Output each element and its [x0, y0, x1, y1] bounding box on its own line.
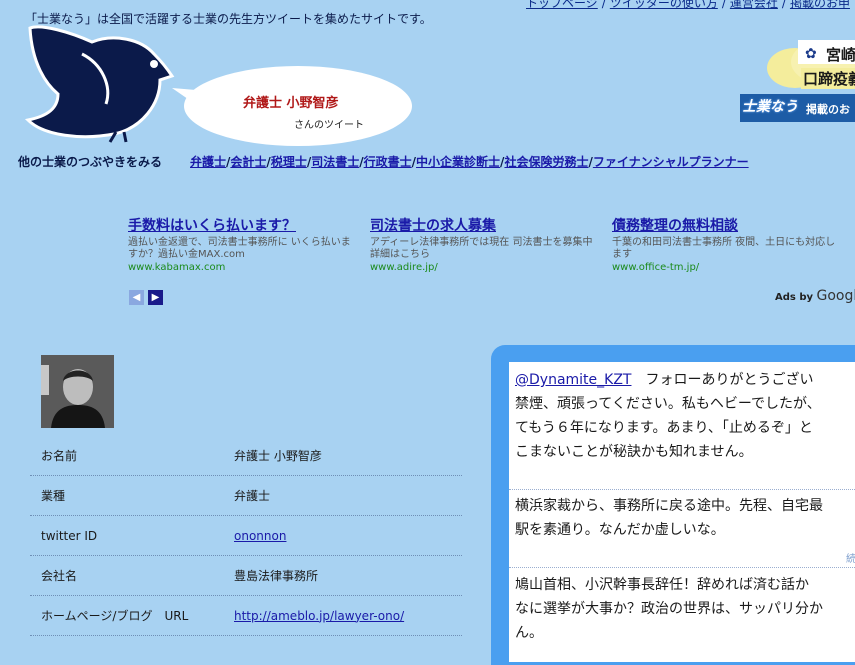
listing-banner-text: 掲載のお: [806, 103, 850, 116]
ad-url[interactable]: www.kabamax.com: [128, 262, 356, 273]
cloud-banner-title: 宮崎: [826, 46, 855, 64]
tweet-mention-link[interactable]: @Dynamite_KZT: [515, 372, 631, 388]
category-nav: 弁護士/会計士/税理士/司法書士/行政書士/中小企業診断士/社会保険労務士/ファ…: [190, 155, 749, 169]
category-link-judicial-scrivener[interactable]: 司法書士: [311, 155, 359, 169]
ad-title[interactable]: 手数料はいくら払います？: [128, 215, 356, 235]
category-link-financial-planner[interactable]: ファイナンシャルプランナー: [593, 155, 749, 169]
category-link-sme-consultant[interactable]: 中小企業診断士: [416, 155, 500, 169]
ad-description: アディーレ法律事務所では現在 司法書士を募集中 詳細はこちら: [370, 237, 593, 260]
category-link-tax[interactable]: 税理士: [271, 155, 307, 169]
tweet-text: 鳩山首相、小沢幹事長辞任！辞めれば済む話か: [515, 577, 809, 593]
profile-label: 業種: [41, 489, 66, 503]
profile-row-company: 会社名 豊島法律事務所: [30, 556, 462, 596]
tweet-item: 横浜家裁から、事務所に戻る途中。先程、自宅最 駅を素通り。なんだか虚しいな。: [515, 494, 855, 542]
ad-prev-icon[interactable]: ◀: [129, 290, 144, 305]
ad-description: 過払い金返還で、司法書士事務所に いくら払いますか？過払い金MAX.com: [128, 237, 351, 260]
top-nav-home[interactable]: トップページ: [526, 0, 598, 10]
tweet-text: ん。: [515, 625, 543, 641]
tweet-item: @Dynamite_KZT フォローありがとうござい 禁煙、頑張ってください。私…: [515, 368, 855, 464]
profile-photo-icon: [41, 355, 114, 428]
category-link-accountant[interactable]: 会計士: [230, 155, 266, 169]
profile-label: ホームページ/ブログ URL: [41, 609, 189, 623]
category-link-labor-consultant[interactable]: 社会保険労務士: [504, 155, 588, 169]
bubble-profile-name: 弁護士 小野智彦: [243, 96, 339, 111]
ad-item: 債務整理の無料相談 千葉の和田司法書士事務所 夜間、土日にも対応します www.…: [612, 215, 840, 273]
ad-item: 手数料はいくら払います？ 過払い金返還で、司法書士事務所に いくら払いますか？過…: [128, 215, 356, 273]
profile-value: 弁護士 小野智彦: [234, 449, 322, 463]
tweet-item: 鳩山首相、小沢幹事長辞任！辞めれば済む話か なに選挙が大事か？政治の世界は、サッ…: [515, 573, 855, 645]
ad-item: 司法書士の求人募集 アディーレ法律事務所では現在 司法書士を募集中 詳細はこちら…: [370, 215, 598, 273]
ad-description: 千葉の和田司法書士事務所 夜間、土日にも対応します: [612, 237, 836, 260]
top-nav-howto[interactable]: ツイッターの使い方: [610, 0, 718, 10]
ad-next-icon[interactable]: ▶: [148, 290, 163, 305]
svg-text:✿: ✿: [805, 46, 817, 62]
twitter-id-link[interactable]: ononnon: [234, 529, 286, 543]
ad-title[interactable]: 債務整理の無料相談: [612, 215, 840, 235]
ad-url[interactable]: www.adire.jp/: [370, 262, 598, 273]
profile-label: お名前: [41, 449, 78, 463]
tweet-more-link[interactable]: 続: [846, 550, 855, 565]
ad-url[interactable]: www.office-tm.jp/: [612, 262, 840, 273]
top-nav: トップページ / ツイッターの使い方 / 運営会社 / 掲載のお申: [526, 0, 850, 11]
top-nav-apply[interactable]: 掲載のお申: [790, 0, 850, 10]
category-link-administrative-scrivener[interactable]: 行政書士: [364, 155, 412, 169]
profile-row-twitter: twitter ID ononnon: [30, 516, 462, 556]
profile-label: 会社名: [41, 569, 78, 583]
tweet-divider: [509, 489, 855, 491]
tweet-text: てもう６年になります。あまり、「止めるぞ」と: [515, 420, 813, 436]
category-link-lawyer[interactable]: 弁護士: [190, 155, 226, 169]
profile-row-industry: 業種 弁護士: [30, 476, 462, 516]
top-nav-company[interactable]: 運営会社: [730, 0, 778, 10]
cloud-banner-subtitle: 口蹄疫義: [801, 68, 855, 89]
tweet-text: 横浜家裁から、事務所に戻る途中。先程、自宅最: [515, 498, 823, 514]
tweet-text: なに選挙が大事か？政治の世界は、サッパリ分か: [515, 601, 823, 617]
profile-label: twitter ID: [41, 528, 98, 543]
listing-banner-logo: 士業なう: [742, 99, 798, 115]
profile-value: 弁護士: [234, 489, 271, 503]
profile-row-url: ホームページ/ブログ URL http://ameblo.jp/lawyer-o…: [30, 596, 462, 636]
bird-logo-icon[interactable]: [22, 24, 182, 144]
ad-title[interactable]: 司法書士の求人募集: [370, 215, 598, 235]
category-label: 他の士業のつぶやきをみる: [18, 155, 163, 169]
profile-value: 豊島法律事務所: [234, 569, 319, 583]
avatar: [41, 355, 114, 428]
bubble-subtitle: さんのツイート: [294, 120, 364, 131]
tweet-divider: [509, 567, 855, 569]
homepage-link[interactable]: http://ameblo.jp/lawyer-ono/: [234, 609, 404, 623]
profile-table: お名前 弁護士 小野智彦 業種 弁護士 twitter ID ononnon 会…: [30, 436, 462, 636]
tweet-text: 禁煙、頑張ってください。私もヘビーでしたが、: [515, 396, 821, 412]
tweet-text: こまないことが秘訣かも知れません。: [515, 444, 753, 460]
tweet-text: 駅を素通り。なんだか虚しいな。: [515, 522, 725, 538]
ads-by-google[interactable]: Ads by Google: [775, 288, 855, 304]
profile-row-name: お名前 弁護士 小野智彦: [30, 436, 462, 476]
